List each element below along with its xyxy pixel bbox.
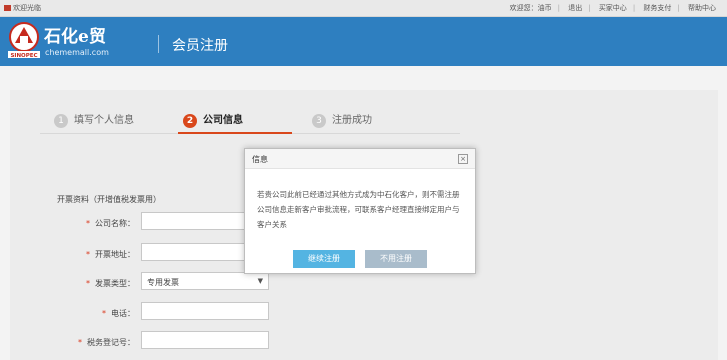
dialog-header: 信息 × — [245, 149, 475, 169]
sinopec-logo[interactable]: SINOPEC — [6, 21, 42, 59]
step-number-badge: 3 — [312, 114, 326, 128]
logo-mark-text: SINOPEC — [10, 53, 37, 59]
dropdown-arrow-icon: ▼ — [257, 277, 263, 285]
required-mark: * — [86, 219, 90, 228]
required-mark: * — [78, 338, 82, 347]
step-company-info: 2 公司信息 — [183, 111, 243, 128]
form-row-tax-id: * 税务登记号： — [0, 331, 727, 351]
phone-input[interactable] — [141, 302, 269, 320]
logout-link[interactable]: 退出 — [568, 4, 582, 12]
divider: | — [677, 4, 680, 12]
logo-domain: chememall.com — [45, 48, 109, 57]
field-label: * 开票地址： — [86, 250, 135, 259]
step-registration-success: 3 注册成功 — [312, 111, 372, 128]
progress-steps: 1 填写个人信息 2 公司信息 3 注册成功 — [40, 108, 460, 134]
step-personal-info: 1 填写个人信息 — [54, 111, 134, 128]
divider: | — [588, 4, 591, 12]
dialog-message: 若贵公司此前已经通过其他方式成为中石化客户，则不需注册公司信息走新客户审批流程，… — [257, 190, 460, 229]
field-label: * 电话： — [102, 309, 135, 318]
help-center-link[interactable]: 帮助中心 — [688, 4, 716, 12]
logo-text[interactable]: 石化e贸 — [44, 22, 106, 47]
active-step-underline — [178, 132, 292, 134]
tax-id-input[interactable] — [141, 331, 269, 349]
welcome-text: 欢迎光临 — [4, 3, 41, 13]
no-registration-button[interactable]: 不用注册 — [365, 250, 427, 268]
header-divider — [158, 35, 159, 53]
site-header: SINOPEC 石化e贸 chememall.com 会员注册 — [0, 17, 727, 66]
step-label: 填写个人信息 — [74, 115, 134, 126]
finance-payment-link[interactable]: 财务支付 — [643, 4, 671, 12]
invoice-type-value: 专用发票 — [147, 278, 179, 287]
step-label: 注册成功 — [332, 115, 372, 126]
continue-registration-button[interactable]: 继续注册 — [293, 250, 355, 268]
invoice-section-title: 开票资料（开增值税发票用） — [57, 195, 161, 204]
info-dialog: 信息 × 若贵公司此前已经通过其他方式成为中石化客户，则不需注册公司信息走新客户… — [244, 148, 476, 274]
required-mark: * — [102, 309, 106, 318]
form-row-invoice-type: * 发票类型： 专用发票 ▼ — [0, 272, 727, 292]
field-label: * 税务登记号： — [78, 338, 135, 347]
required-mark: * — [86, 250, 90, 259]
form-row-phone: * 电话： — [0, 302, 727, 322]
divider: | — [557, 4, 560, 12]
welcome-label: 欢迎光临 — [13, 4, 41, 12]
step-number-badge: 1 — [54, 114, 68, 128]
buyer-center-link[interactable]: 买家中心 — [599, 4, 627, 12]
home-icon — [4, 5, 11, 11]
top-utility-bar: 欢迎光临 欢迎您：油币 | 退出 | 买家中心 | 财务支付 | 帮助中心 — [0, 0, 727, 17]
step-number-badge: 2 — [183, 114, 197, 128]
close-icon[interactable]: × — [458, 154, 468, 164]
step-label: 公司信息 — [203, 115, 243, 126]
field-label: * 发票类型： — [86, 279, 135, 288]
divider: | — [632, 4, 636, 12]
field-label: * 公司名称： — [86, 219, 135, 228]
dialog-title: 信息 — [252, 155, 268, 164]
invoice-type-select[interactable]: 专用发票 ▼ — [141, 272, 269, 290]
top-links: 欢迎您：油币 | 退出 | 买家中心 | 财务支付 | 帮助中心 — [507, 3, 719, 13]
user-greeting-link[interactable]: 欢迎您：油币 — [510, 4, 552, 12]
page-title: 会员注册 — [172, 38, 228, 54]
required-mark: * — [86, 279, 90, 288]
